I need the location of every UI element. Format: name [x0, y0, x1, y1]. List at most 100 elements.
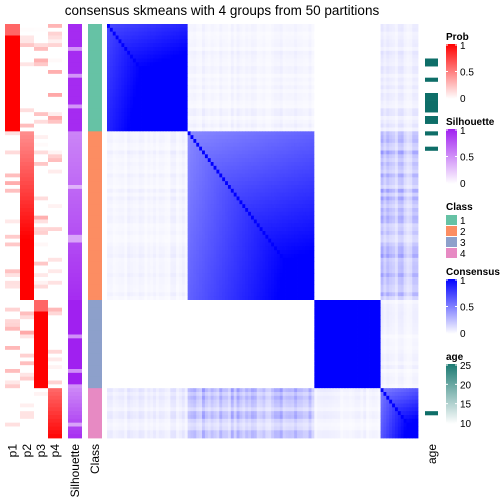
heatmap-cell: [112, 70, 117, 75]
heatmap-cell: [406, 169, 410, 174]
heatmap-cell: [204, 39, 209, 44]
heatmap-cell: [311, 169, 315, 174]
heatmap-cell: [233, 100, 237, 105]
heatmap-cell: [127, 173, 131, 178]
class-cell: [88, 231, 102, 236]
prob-p3-cell: [34, 411, 48, 416]
heatmap-cell: [173, 35, 177, 40]
heatmap-cell: [121, 177, 125, 182]
heatmap-cell: [334, 146, 338, 151]
heatmap-cell: [348, 39, 353, 44]
heatmap-cell: [239, 135, 243, 140]
class-cell: [88, 177, 102, 182]
heatmap-cell: [227, 96, 232, 102]
heatmap-cell: [389, 135, 393, 140]
heatmap-cell: [196, 31, 200, 36]
heatmap-cell: [394, 47, 399, 52]
heatmap-cell: [262, 165, 266, 171]
heatmap-cell: [360, 142, 364, 148]
heatmap-cell: [196, 139, 200, 144]
heatmap-cell: [138, 173, 142, 178]
heatmap-cell: [178, 173, 183, 178]
heatmap-cell: [374, 142, 379, 148]
prob-p3-cell: [34, 185, 48, 190]
heatmap-cell: [343, 169, 347, 174]
prob-p4-cell: [48, 346, 62, 351]
heatmap-cell: [328, 73, 333, 79]
class-cell: [88, 288, 102, 293]
heatmap-cell: [118, 139, 122, 144]
silhouette-cell: [68, 119, 82, 125]
silhouette-cell: [68, 376, 82, 381]
heatmap-cell: [181, 73, 186, 79]
prob-p3-cell: [34, 177, 48, 182]
heatmap-cell: [276, 62, 281, 67]
heatmap-cell: [173, 119, 177, 125]
heatmap-cell: [328, 169, 333, 174]
heatmap-cell: [331, 66, 335, 71]
heatmap-cell: [340, 66, 344, 71]
heatmap-cell: [202, 150, 206, 155]
heatmap-cell: [325, 123, 330, 128]
heatmap-cell: [202, 24, 206, 29]
heatmap-cell: [193, 116, 197, 121]
heatmap-cell: [109, 135, 114, 140]
heatmap-cell: [121, 73, 125, 79]
heatmap-cell: [274, 77, 278, 82]
heatmap-cell: [314, 47, 318, 52]
heatmap-cell: [225, 39, 229, 44]
heatmap-cell: [202, 31, 206, 36]
heatmap-cell: [366, 96, 370, 102]
prob-p1-cell: [5, 234, 20, 240]
heatmap-cell: [213, 70, 217, 75]
heatmap-cell: [294, 162, 298, 167]
heatmap-cell: [204, 77, 209, 82]
heatmap-cell: [406, 27, 410, 33]
silhouette-cell: [68, 257, 82, 263]
heatmap-cell: [285, 104, 289, 109]
heatmap-cell: [380, 47, 384, 52]
heatmap-cell: [173, 116, 177, 121]
heatmap-cell: [153, 58, 157, 63]
heatmap-cell: [112, 73, 117, 79]
heatmap-cell: [132, 169, 137, 174]
heatmap-cell: [400, 54, 404, 59]
heatmap-cell: [363, 62, 367, 67]
heatmap-cell: [202, 73, 206, 79]
heatmap-cell: [121, 165, 125, 171]
prob-p1-cell: [5, 54, 20, 59]
heatmap-cell: [118, 112, 122, 117]
heatmap-cell: [380, 119, 384, 125]
prob-p1-cell: [5, 284, 20, 289]
heatmap-cell: [138, 89, 142, 94]
heatmap-cell: [170, 165, 174, 171]
heatmap-cell: [386, 96, 390, 102]
heatmap-cell: [239, 70, 243, 75]
heatmap-cell: [412, 119, 416, 125]
heatmap-cell: [107, 150, 111, 155]
heatmap-cell: [343, 104, 347, 109]
prob-p3-cell: [34, 62, 48, 67]
heatmap-cell: [291, 173, 295, 178]
prob-p1-cell: [5, 96, 20, 102]
heatmap-cell: [161, 127, 165, 132]
heatmap-cell: [305, 85, 309, 90]
heatmap-cell: [112, 150, 117, 155]
heatmap-cell: [297, 154, 301, 159]
heatmap-cell: [213, 93, 217, 98]
heatmap-cell: [138, 116, 142, 121]
heatmap-cell: [227, 127, 232, 132]
heatmap-cell: [187, 96, 191, 102]
heatmap-cell: [314, 108, 318, 113]
heatmap-cell: [392, 24, 396, 29]
heatmap-cell: [386, 119, 390, 125]
heatmap-cell: [340, 81, 344, 86]
heatmap-cell: [107, 108, 111, 113]
heatmap-cell: [274, 43, 278, 48]
prob-p1-cell: [5, 173, 20, 178]
heatmap-cell: [325, 119, 330, 125]
heatmap-cell: [377, 116, 381, 121]
heatmap-cell: [397, 112, 402, 117]
heatmap-cell: [369, 142, 373, 148]
heatmap-cell: [322, 173, 327, 178]
